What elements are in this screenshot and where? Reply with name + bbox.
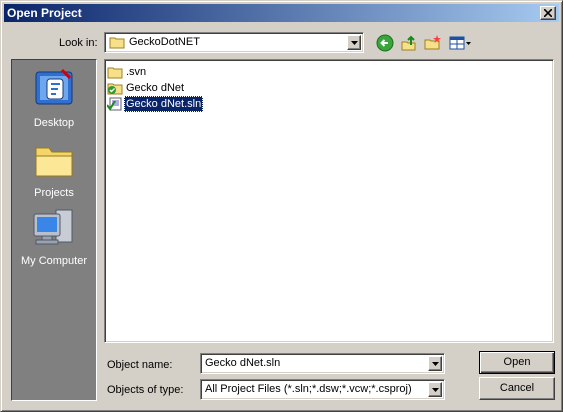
close-icon	[544, 9, 552, 17]
object-name-dropdown-button[interactable]	[428, 356, 442, 371]
places-bar: Desktop Projects My Computer	[11, 59, 97, 401]
lookin-dropdown-button[interactable]	[347, 35, 361, 50]
chevron-down-icon	[351, 41, 358, 45]
solution-file-icon	[106, 97, 123, 111]
close-button[interactable]	[540, 6, 556, 20]
desktop-icon	[35, 68, 73, 105]
computer-icon	[33, 209, 73, 245]
object-name-combo[interactable]: Gecko dNet.sln	[200, 353, 445, 374]
places-item-label: My Computer	[20, 255, 88, 267]
object-name-label: Object name:	[107, 359, 173, 371]
back-arrow-icon	[376, 34, 394, 52]
object-name-input[interactable]: Gecko dNet.sln	[205, 357, 280, 369]
file-name: Gecko dNet	[126, 82, 185, 94]
chevron-down-icon	[432, 388, 439, 392]
window-title: Open Project	[7, 6, 82, 20]
new-folder-button[interactable]	[424, 34, 444, 52]
places-item-label: Desktop	[33, 117, 75, 129]
project-folder-icon	[107, 81, 123, 95]
chevron-down-icon	[432, 362, 439, 366]
new-folder-icon	[424, 35, 441, 50]
folder-icon	[109, 36, 125, 49]
title-bar[interactable]: Open Project	[4, 4, 559, 22]
file-name: Gecko dNet.sln	[124, 96, 204, 112]
lookin-label: Look in:	[59, 37, 98, 49]
lookin-combo[interactable]: GeckoDotNET	[104, 32, 364, 53]
folder-icon	[35, 147, 73, 177]
open-button[interactable]: Open	[479, 351, 555, 374]
views-menu-button[interactable]	[448, 34, 472, 52]
object-type-select[interactable]: All Project Files (*.sln;*.dsw;*.vcw;*.c…	[200, 379, 445, 400]
places-item-my-computer[interactable]: My Computer	[12, 206, 96, 267]
file-name: .svn	[126, 66, 147, 78]
object-type-label: Objects of type:	[107, 384, 184, 396]
object-type-value: All Project Files (*.sln;*.dsw;*.vcw;*.c…	[205, 383, 412, 395]
folder-icon	[107, 65, 123, 79]
places-item-projects[interactable]: Projects	[12, 138, 96, 199]
object-type-dropdown-button[interactable]	[428, 382, 442, 397]
lookin-value: GeckoDotNET	[129, 36, 200, 48]
open-project-dialog: Open Project Look in: GeckoDotNET Deskto…	[0, 0, 563, 412]
places-item-label: Projects	[34, 187, 74, 199]
up-folder-button[interactable]	[400, 34, 420, 52]
cancel-button[interactable]: Cancel	[479, 377, 555, 400]
file-list[interactable]: .svn Gecko dNet Gecko dNet.sln	[104, 59, 554, 343]
views-menu-icon	[449, 36, 471, 50]
up-folder-icon	[401, 35, 416, 51]
back-button[interactable]	[376, 34, 396, 52]
places-item-desktop[interactable]: Desktop	[12, 68, 96, 129]
